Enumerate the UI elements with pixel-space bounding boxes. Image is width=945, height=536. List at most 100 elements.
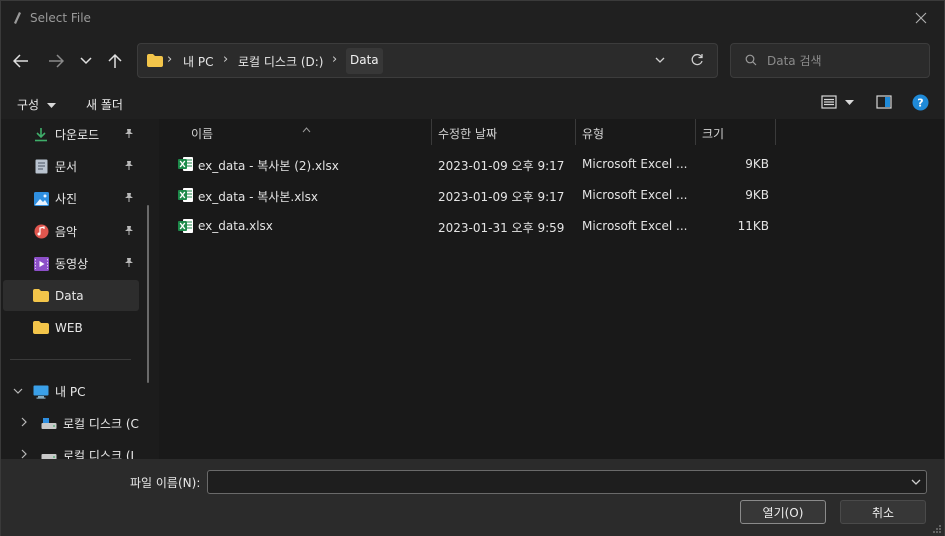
- sidebar-item-label: 동영상: [55, 257, 89, 271]
- chevron-right-icon[interactable]: [21, 449, 28, 459]
- file-name: ex_data.xlsx: [198, 219, 273, 233]
- pin-icon[interactable]: [124, 128, 134, 142]
- sidebar-item-this-pc[interactable]: 내 PC: [3, 376, 139, 407]
- caret-down-icon: [844, 100, 854, 105]
- sidebar-scrollbar[interactable]: [147, 205, 149, 383]
- list-view-icon: [821, 95, 837, 109]
- file-size: 9KB: [745, 188, 769, 202]
- sidebar-item-label: 다운로드: [55, 128, 100, 142]
- window-title: Select File: [30, 11, 91, 25]
- filename-input[interactable]: [214, 473, 904, 491]
- file-dialog: Select File › 내 PC › 로컬 디스크 (D:) › Data …: [0, 0, 945, 536]
- new-folder-button[interactable]: 새 폴더: [86, 96, 123, 113]
- help-button[interactable]: ?: [912, 94, 929, 114]
- chevron-right-icon[interactable]: ›: [223, 52, 228, 67]
- folder-icon: [33, 288, 49, 304]
- refresh-button[interactable]: [690, 52, 704, 71]
- file-name: ex_data - 복사본 (2).xlsx: [198, 159, 339, 173]
- chevron-right-icon[interactable]: ›: [332, 52, 337, 67]
- sidebar-item-downloads[interactable]: 다운로드: [3, 119, 139, 150]
- column-header-modified[interactable]: 수정한 날짜: [438, 125, 497, 142]
- resize-grip-icon[interactable]: [932, 524, 942, 534]
- chevron-right-icon: ›: [167, 52, 173, 67]
- caret-down-icon: [46, 102, 56, 108]
- column-header-size[interactable]: 크기: [702, 125, 724, 142]
- column-divider[interactable]: [431, 119, 432, 145]
- breadcrumb-item[interactable]: 내 PC: [183, 53, 213, 70]
- search-box[interactable]: [730, 43, 930, 78]
- preview-pane-button[interactable]: [876, 94, 892, 113]
- close-button[interactable]: [898, 1, 944, 35]
- address-bar[interactable]: › 내 PC › 로컬 디스크 (D:) › Data: [137, 43, 718, 78]
- file-row[interactable]: ex_data - 복사본 (2).xlsx 2023-01-09 오후 9:1…: [172, 149, 776, 180]
- sidebar-item-web[interactable]: WEB: [3, 312, 139, 343]
- filename-dropdown-button[interactable]: [910, 475, 922, 492]
- search-input[interactable]: [767, 50, 917, 72]
- pin-icon[interactable]: [124, 257, 134, 271]
- open-button[interactable]: 열기(O): [740, 500, 826, 524]
- file-type: Microsoft Excel ...: [582, 188, 688, 202]
- drive-icon: [41, 416, 57, 432]
- sidebar-item-documents[interactable]: 문서: [3, 151, 139, 182]
- title-bar: Select File: [1, 1, 944, 35]
- pin-icon[interactable]: [124, 225, 134, 239]
- view-options-button[interactable]: [821, 94, 854, 113]
- file-list: 이름 수정한 날짜 유형 크기 ex_data - 복사본 (2).xlsx 2…: [159, 119, 944, 459]
- filename-combobox[interactable]: [207, 470, 927, 494]
- file-name: ex_data - 복사본.xlsx: [198, 190, 318, 204]
- sidebar-item-label: 로컬 디스크 (C: [63, 417, 139, 431]
- pin-icon[interactable]: [124, 160, 134, 174]
- file-type: Microsoft Excel ...: [582, 157, 688, 171]
- recent-locations-button[interactable]: [75, 50, 97, 72]
- address-history-button[interactable]: [654, 53, 666, 70]
- sidebar-divider: [10, 359, 131, 360]
- file-modified: 2023-01-09 오후 9:17: [438, 190, 565, 204]
- cancel-button[interactable]: 취소: [840, 500, 926, 524]
- arrow-right-icon: [49, 54, 64, 68]
- sidebar-item-videos[interactable]: 동영상: [3, 248, 139, 279]
- column-divider[interactable]: [575, 119, 576, 145]
- file-row[interactable]: ex_data.xlsx 2023-01-31 오후 9:59 Microsof…: [172, 211, 776, 242]
- folder-icon: [147, 54, 163, 67]
- excel-file-icon: [178, 157, 193, 171]
- back-button[interactable]: [10, 50, 32, 72]
- sidebar-item-drive-c[interactable]: 로컬 디스크 (C: [3, 408, 139, 439]
- close-icon: [915, 12, 927, 24]
- excel-file-icon: [178, 219, 193, 233]
- file-size: 9KB: [745, 157, 769, 171]
- pin-icon[interactable]: [124, 192, 134, 206]
- column-divider[interactable]: [775, 119, 776, 145]
- breadcrumb-current[interactable]: Data: [346, 48, 383, 74]
- file-row[interactable]: ex_data - 복사본.xlsx 2023-01-09 오후 9:17 Mi…: [172, 180, 776, 211]
- file-modified: 2023-01-31 오후 9:59: [438, 221, 565, 235]
- column-header-type[interactable]: 유형: [582, 125, 604, 142]
- chevron-down-icon: [911, 479, 921, 485]
- organize-menu[interactable]: 구성: [17, 96, 56, 113]
- breadcrumb-item[interactable]: 로컬 디스크 (D:): [238, 53, 323, 70]
- sidebar-item-label: 음악: [55, 225, 78, 239]
- sidebar-item-label: 문서: [55, 160, 78, 174]
- file-size: 11KB: [737, 219, 769, 233]
- column-header-name[interactable]: 이름: [191, 125, 213, 142]
- sidebar-item-data[interactable]: Data: [3, 280, 139, 311]
- drive-icon: [41, 448, 57, 459]
- up-button[interactable]: [104, 50, 126, 72]
- forward-button[interactable]: [45, 50, 67, 72]
- sidebar-item-drive-d[interactable]: 로컬 디스크 (I: [3, 440, 139, 459]
- navigation-bar: › 내 PC › 로컬 디스크 (D:) › Data: [1, 35, 944, 87]
- chevron-down-icon[interactable]: [13, 385, 23, 398]
- app-icon: [14, 12, 21, 24]
- arrow-left-icon: [13, 54, 28, 68]
- footer-bar: 파일 이름(N): 열기(O) 취소: [1, 459, 944, 536]
- sidebar-item-music[interactable]: 음악: [3, 216, 139, 247]
- chevron-down-icon: [80, 57, 92, 65]
- chevron-right-icon[interactable]: [21, 417, 28, 430]
- download-icon: [33, 127, 49, 143]
- sidebar-item-pictures[interactable]: 사진: [3, 183, 139, 214]
- help-icon: ?: [912, 94, 929, 111]
- column-divider[interactable]: [695, 119, 696, 145]
- music-icon: [33, 224, 49, 240]
- sort-ascending-icon: [302, 125, 311, 136]
- folder-icon: [33, 320, 49, 336]
- filename-label: 파일 이름(N):: [130, 476, 201, 490]
